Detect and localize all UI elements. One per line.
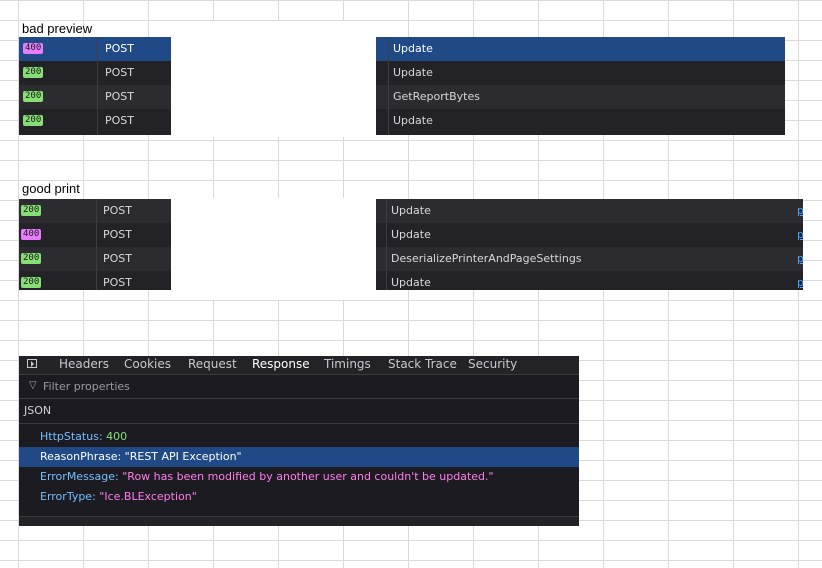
tab-stack-trace[interactable]: Stack Trace (388, 357, 457, 371)
good-print-left-table: 200 POST 400 POST 200 POST 200 POST (19, 199, 171, 290)
table-row[interactable]: DeserializePrinterAndPageSettings p (376, 247, 803, 271)
tab-timings[interactable]: Timings (324, 357, 371, 371)
request-name: Update (391, 276, 431, 289)
panel-tabs: Headers Cookies Request Response Timings… (19, 356, 579, 375)
filter-input[interactable]: Filter properties (43, 380, 130, 393)
bad-preview-label: bad preview (22, 21, 93, 36)
request-name: Update (391, 228, 431, 241)
column-separator (97, 37, 98, 135)
request-name: DeserializePrinterAndPageSettings (391, 252, 582, 265)
table-row[interactable]: 200 POST (19, 247, 171, 271)
table-row[interactable]: 200 POST (19, 85, 171, 109)
table-row[interactable]: 400 POST (19, 223, 171, 247)
method-cell: POST (103, 204, 132, 217)
method-cell: POST (105, 42, 134, 55)
tab-response[interactable]: Response (252, 357, 310, 371)
table-row[interactable]: 400 POST (19, 37, 171, 61)
blank-area-bottom (171, 198, 376, 300)
request-name: Update (393, 66, 433, 79)
table-row[interactable]: Update (376, 37, 785, 61)
property-value: "REST API Exception" (124, 450, 242, 463)
request-name: Update (391, 204, 431, 217)
edge-link[interactable]: p (797, 247, 803, 271)
good-print-label: good print (22, 181, 80, 196)
method-cell: POST (105, 114, 134, 127)
status-badge: 200 (23, 91, 44, 102)
table-row[interactable]: Update p (376, 199, 803, 223)
property-key: ErrorType (40, 490, 93, 503)
json-property[interactable]: ErrorType: "Ice.BLException" (19, 487, 579, 507)
json-property[interactable]: HttpStatus: 400 (19, 427, 579, 447)
request-name: GetReportBytes (393, 90, 480, 103)
json-section-label: JSON (24, 404, 52, 417)
property-value: 400 (106, 430, 128, 443)
method-cell: POST (103, 252, 132, 265)
request-name: Update (393, 114, 433, 127)
table-row[interactable]: Update (376, 61, 785, 85)
request-name: Update (393, 42, 433, 55)
edge-link[interactable]: p (797, 271, 803, 290)
blank-area-top (171, 21, 376, 137)
status-badge: 200 (23, 115, 44, 126)
column-separator (386, 199, 387, 290)
property-key: ErrorMessage (40, 470, 116, 483)
column-separator (96, 199, 97, 290)
column-separator (388, 37, 389, 135)
status-badge: 200 (21, 253, 42, 264)
tab-cookies[interactable]: Cookies (124, 357, 171, 371)
method-cell: POST (105, 90, 134, 103)
status-badge: 400 (23, 43, 44, 54)
status-badge: 200 (21, 277, 42, 288)
method-cell: POST (105, 66, 134, 79)
good-print-right-table: Update p Update p DeserializePrinterAndP… (376, 199, 803, 290)
bad-preview-left-table: 400 POST 200 POST 200 POST 200 POST (19, 37, 171, 135)
method-cell: POST (103, 228, 132, 241)
table-row[interactable]: 200 POST (19, 61, 171, 85)
json-section-header[interactable]: JSON (19, 399, 579, 424)
status-badge: 400 (21, 229, 42, 240)
property-key: HttpStatus (40, 430, 99, 443)
edge-link[interactable]: p (797, 199, 803, 223)
table-row[interactable]: 200 POST (19, 199, 171, 223)
table-row[interactable]: Update p (376, 223, 803, 247)
edge-link[interactable]: p (797, 223, 803, 247)
json-property[interactable]: ReasonPhrase: "REST API Exception" (19, 447, 579, 467)
property-key: ReasonPhrase (40, 450, 118, 463)
filter-bar[interactable]: ▽ Filter properties (19, 375, 579, 399)
status-badge: 200 (23, 67, 44, 78)
json-property[interactable]: ErrorMessage: "Row has been modified by … (19, 467, 579, 487)
table-row[interactable]: 200 POST (19, 271, 171, 290)
table-row[interactable]: 200 POST (19, 109, 171, 133)
tab-security[interactable]: Security (468, 357, 517, 371)
table-row[interactable]: Update (376, 109, 785, 133)
table-row[interactable]: Update p (376, 271, 803, 290)
table-row[interactable]: GetReportBytes (376, 85, 785, 109)
status-badge: 200 (21, 205, 42, 216)
status-bar (19, 516, 579, 526)
tab-headers[interactable]: Headers (59, 357, 109, 371)
property-value: "Ice.BLException" (99, 490, 197, 503)
method-cell: POST (103, 276, 132, 289)
response-panel: Headers Cookies Request Response Timings… (19, 356, 579, 526)
filter-icon: ▽ (29, 380, 37, 391)
bad-preview-right-table: Update Update GetReportBytes Update (376, 37, 785, 135)
property-value: "Row has been modified by another user a… (122, 470, 494, 483)
panel-toggle-icon[interactable] (27, 359, 37, 368)
tab-request[interactable]: Request (188, 357, 237, 371)
